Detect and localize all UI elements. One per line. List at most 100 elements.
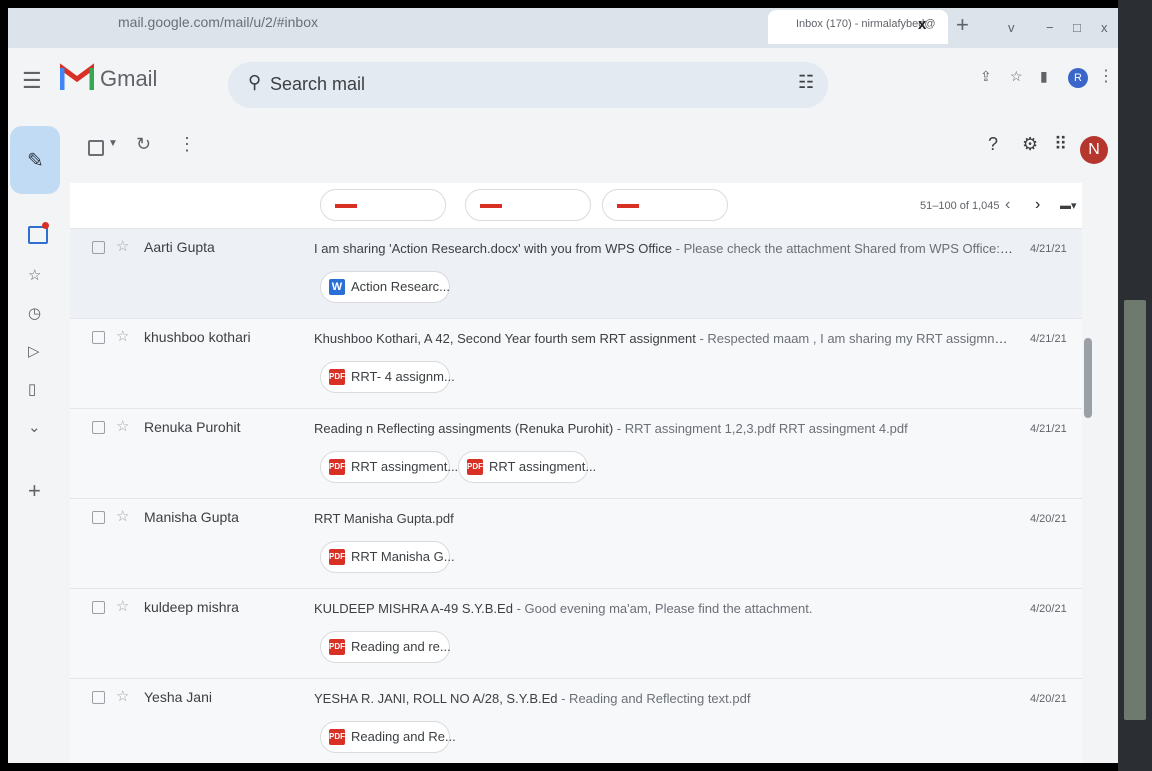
row-checkbox[interactable] [92,601,105,614]
gmail-header: ☰ Gmail ⚲ Search mail ☷ ⇪ ☆ ▮ R ⋮ [8,48,1118,118]
list-scrollbar[interactable] [1084,338,1092,418]
attachment-chip[interactable]: W Action Researc... [320,271,450,303]
email-row[interactable]: ☆ kuldeep mishra KULDEEP MISHRA A-49 S.Y.B… [70,588,1082,679]
subject-line: I am sharing 'Action Research.docx' with… [314,241,1014,256]
email-subject: Reading n Reflecting assingments (Renuka… [314,421,614,436]
attachment-chip[interactable] [320,189,446,221]
search-input[interactable]: Search mail [270,74,365,95]
tab-search-chevron-icon[interactable]: v [1008,20,1015,35]
browser-tab[interactable]: Inbox (170) - nirmalafybed@ x [768,10,948,44]
help-icon[interactable]: ? [988,134,998,155]
attachment-chip[interactable]: PDF RRT- 4 assignm... [320,361,455,393]
star-icon[interactable]: ☆ [116,597,129,615]
email-row[interactable]: ☆ Renuka Purohit Reading n Reflecting assi… [70,408,1082,499]
restore-button[interactable]: □ [1073,20,1081,35]
row-checkbox[interactable] [92,331,105,344]
select-dropdown-icon[interactable]: ▼ [108,138,118,149]
attachment-chip[interactable]: PDF Reading and Re... [320,721,456,753]
email-snippet: - Good evening ma'am, Please find the at… [512,601,813,616]
older-page-chevron-icon[interactable]: ‹ [1005,196,1010,214]
sender-name: Yesha Jani [144,689,212,705]
attachment-name: Reading and re... [351,639,451,654]
email-date: 4/21/21 [1030,333,1067,345]
mail-list: 51–100 of 1,045 ‹ › ▬▾ ☆ Aarti Gupta I am … [70,183,1082,763]
subject-line: Reading n Reflecting assingments (Renuka… [314,421,1014,436]
email-snippet: - RRT assingment 1,2,3.pdf RRT assingmen… [613,421,908,436]
share-icon[interactable]: ⇪ [980,68,992,85]
tab-title: Inbox (170) - nirmalafybed@ [796,18,936,30]
attachment-chip[interactable] [602,189,728,221]
star-icon[interactable]: ☆ [116,687,129,705]
apps-grid-icon[interactable]: ⠿ [1054,134,1067,155]
more-labels-chevron-icon[interactable]: ⌄ [28,418,41,436]
settings-gear-icon[interactable]: ⚙ [1022,134,1038,155]
row-checkbox[interactable] [92,691,105,704]
compose-button[interactable]: ✎ [10,126,60,194]
tab-close-icon[interactable]: x [918,16,926,33]
pagination-range: 51–100 of 1,045 [920,200,1000,212]
pdf-file-icon: PDF [329,369,345,385]
email-row[interactable]: ☆ Manisha Gupta RRT Manisha Gupta.pdf 4/20/… [70,498,1082,589]
select-all-checkbox[interactable] [88,140,104,156]
email-date: 4/21/21 [1030,423,1067,435]
pdf-file-icon: PDF [329,549,345,565]
email-date: 4/20/21 [1030,603,1067,615]
attachment-chip[interactable] [465,189,591,221]
sender-name: Aarti Gupta [144,239,215,255]
email-date: 4/20/21 [1030,693,1067,705]
email-row[interactable]: ☆ Aarti Gupta I am sharing 'Action Researc… [70,228,1082,319]
row-checkbox[interactable] [92,241,105,254]
email-date: 4/21/21 [1030,243,1067,255]
star-icon[interactable]: ☆ [116,507,129,525]
chrome-menu-icon[interactable]: ⋮ [1098,66,1114,86]
search-icon[interactable]: ⚲ [248,72,261,93]
search-bar[interactable]: ⚲ Search mail ☷ [228,62,828,108]
email-row[interactable]: ☆ Yesha Jani YESHA R. JANI, ROLL NO A/28, … [70,678,1082,763]
create-label-icon[interactable]: + [28,478,41,504]
row-checkbox[interactable] [92,421,105,434]
minimize-button[interactable]: − [1046,20,1054,35]
more-options-icon[interactable]: ⋮ [178,134,196,155]
star-icon[interactable]: ☆ [116,237,129,255]
snoozed-icon[interactable]: ◷ [28,304,41,322]
gmail-logo-icon[interactable] [60,62,94,92]
attachment-name: RRT Manisha G... [351,549,455,564]
email-subject: Khushboo Kothari, A 42, Second Year four… [314,331,696,346]
email-subject: YESHA R. JANI, ROLL NO A/28, S.Y.B.Ed [314,691,558,706]
account-avatar[interactable]: N [1080,136,1108,164]
subject-line: Khushboo Kothari, A 42, Second Year four… [314,331,1014,346]
input-tools-icon[interactable]: ▬▾ [1060,199,1077,212]
email-subject: RRT Manisha Gupta.pdf [314,511,454,526]
drafts-icon[interactable]: ▯ [28,380,36,398]
email-row[interactable]: ☆ khushboo kothari Khushboo Kothari, A 42,… [70,318,1082,409]
star-icon[interactable]: ☆ [116,417,129,435]
search-options-icon[interactable]: ☷ [798,72,814,93]
gmail-logo-text: Gmail [100,66,158,91]
side-panel-icon[interactable]: ▮ [1040,68,1048,85]
refresh-icon[interactable]: ↻ [136,134,151,155]
list-toolbar: ▼ ↻ ⋮ [68,118,1118,178]
address-bar[interactable]: mail.google.com/mail/u/2/#inbox [118,14,318,30]
newer-page-chevron-icon[interactable]: › [1035,196,1040,214]
window-close-button[interactable]: x [1101,20,1108,35]
new-tab-button[interactable]: + [956,12,969,38]
category-chips-row: 51–100 of 1,045 ‹ › ▬▾ [70,183,1082,228]
attachment-name: RRT assingment... [489,459,597,474]
starred-icon[interactable]: ☆ [28,266,41,284]
monitor-bezel [1118,0,1152,771]
attachment-name: RRT- 4 assignm... [351,369,455,384]
row-checkbox[interactable] [92,511,105,524]
browser-toolbar: mail.google.com/mail/u/2/#inbox Inbox (1… [8,8,1118,48]
attachment-chip[interactable]: PDF RRT assingment... [320,451,458,483]
attachment-chip[interactable]: PDF RRT Manisha G... [320,541,455,573]
pdf-file-icon: PDF [467,459,483,475]
chrome-profile-avatar[interactable]: R [1068,68,1088,88]
attachment-name: Reading and Re... [351,729,456,744]
main-menu-icon[interactable]: ☰ [22,68,42,94]
bookmark-star-icon[interactable]: ☆ [1010,68,1023,85]
sent-icon[interactable]: ▷ [28,342,40,360]
attachment-chip[interactable]: PDF RRT assingment... [458,451,596,483]
sender-name: khushboo kothari [144,329,251,345]
attachment-chip[interactable]: PDF Reading and re... [320,631,451,663]
star-icon[interactable]: ☆ [116,327,129,345]
